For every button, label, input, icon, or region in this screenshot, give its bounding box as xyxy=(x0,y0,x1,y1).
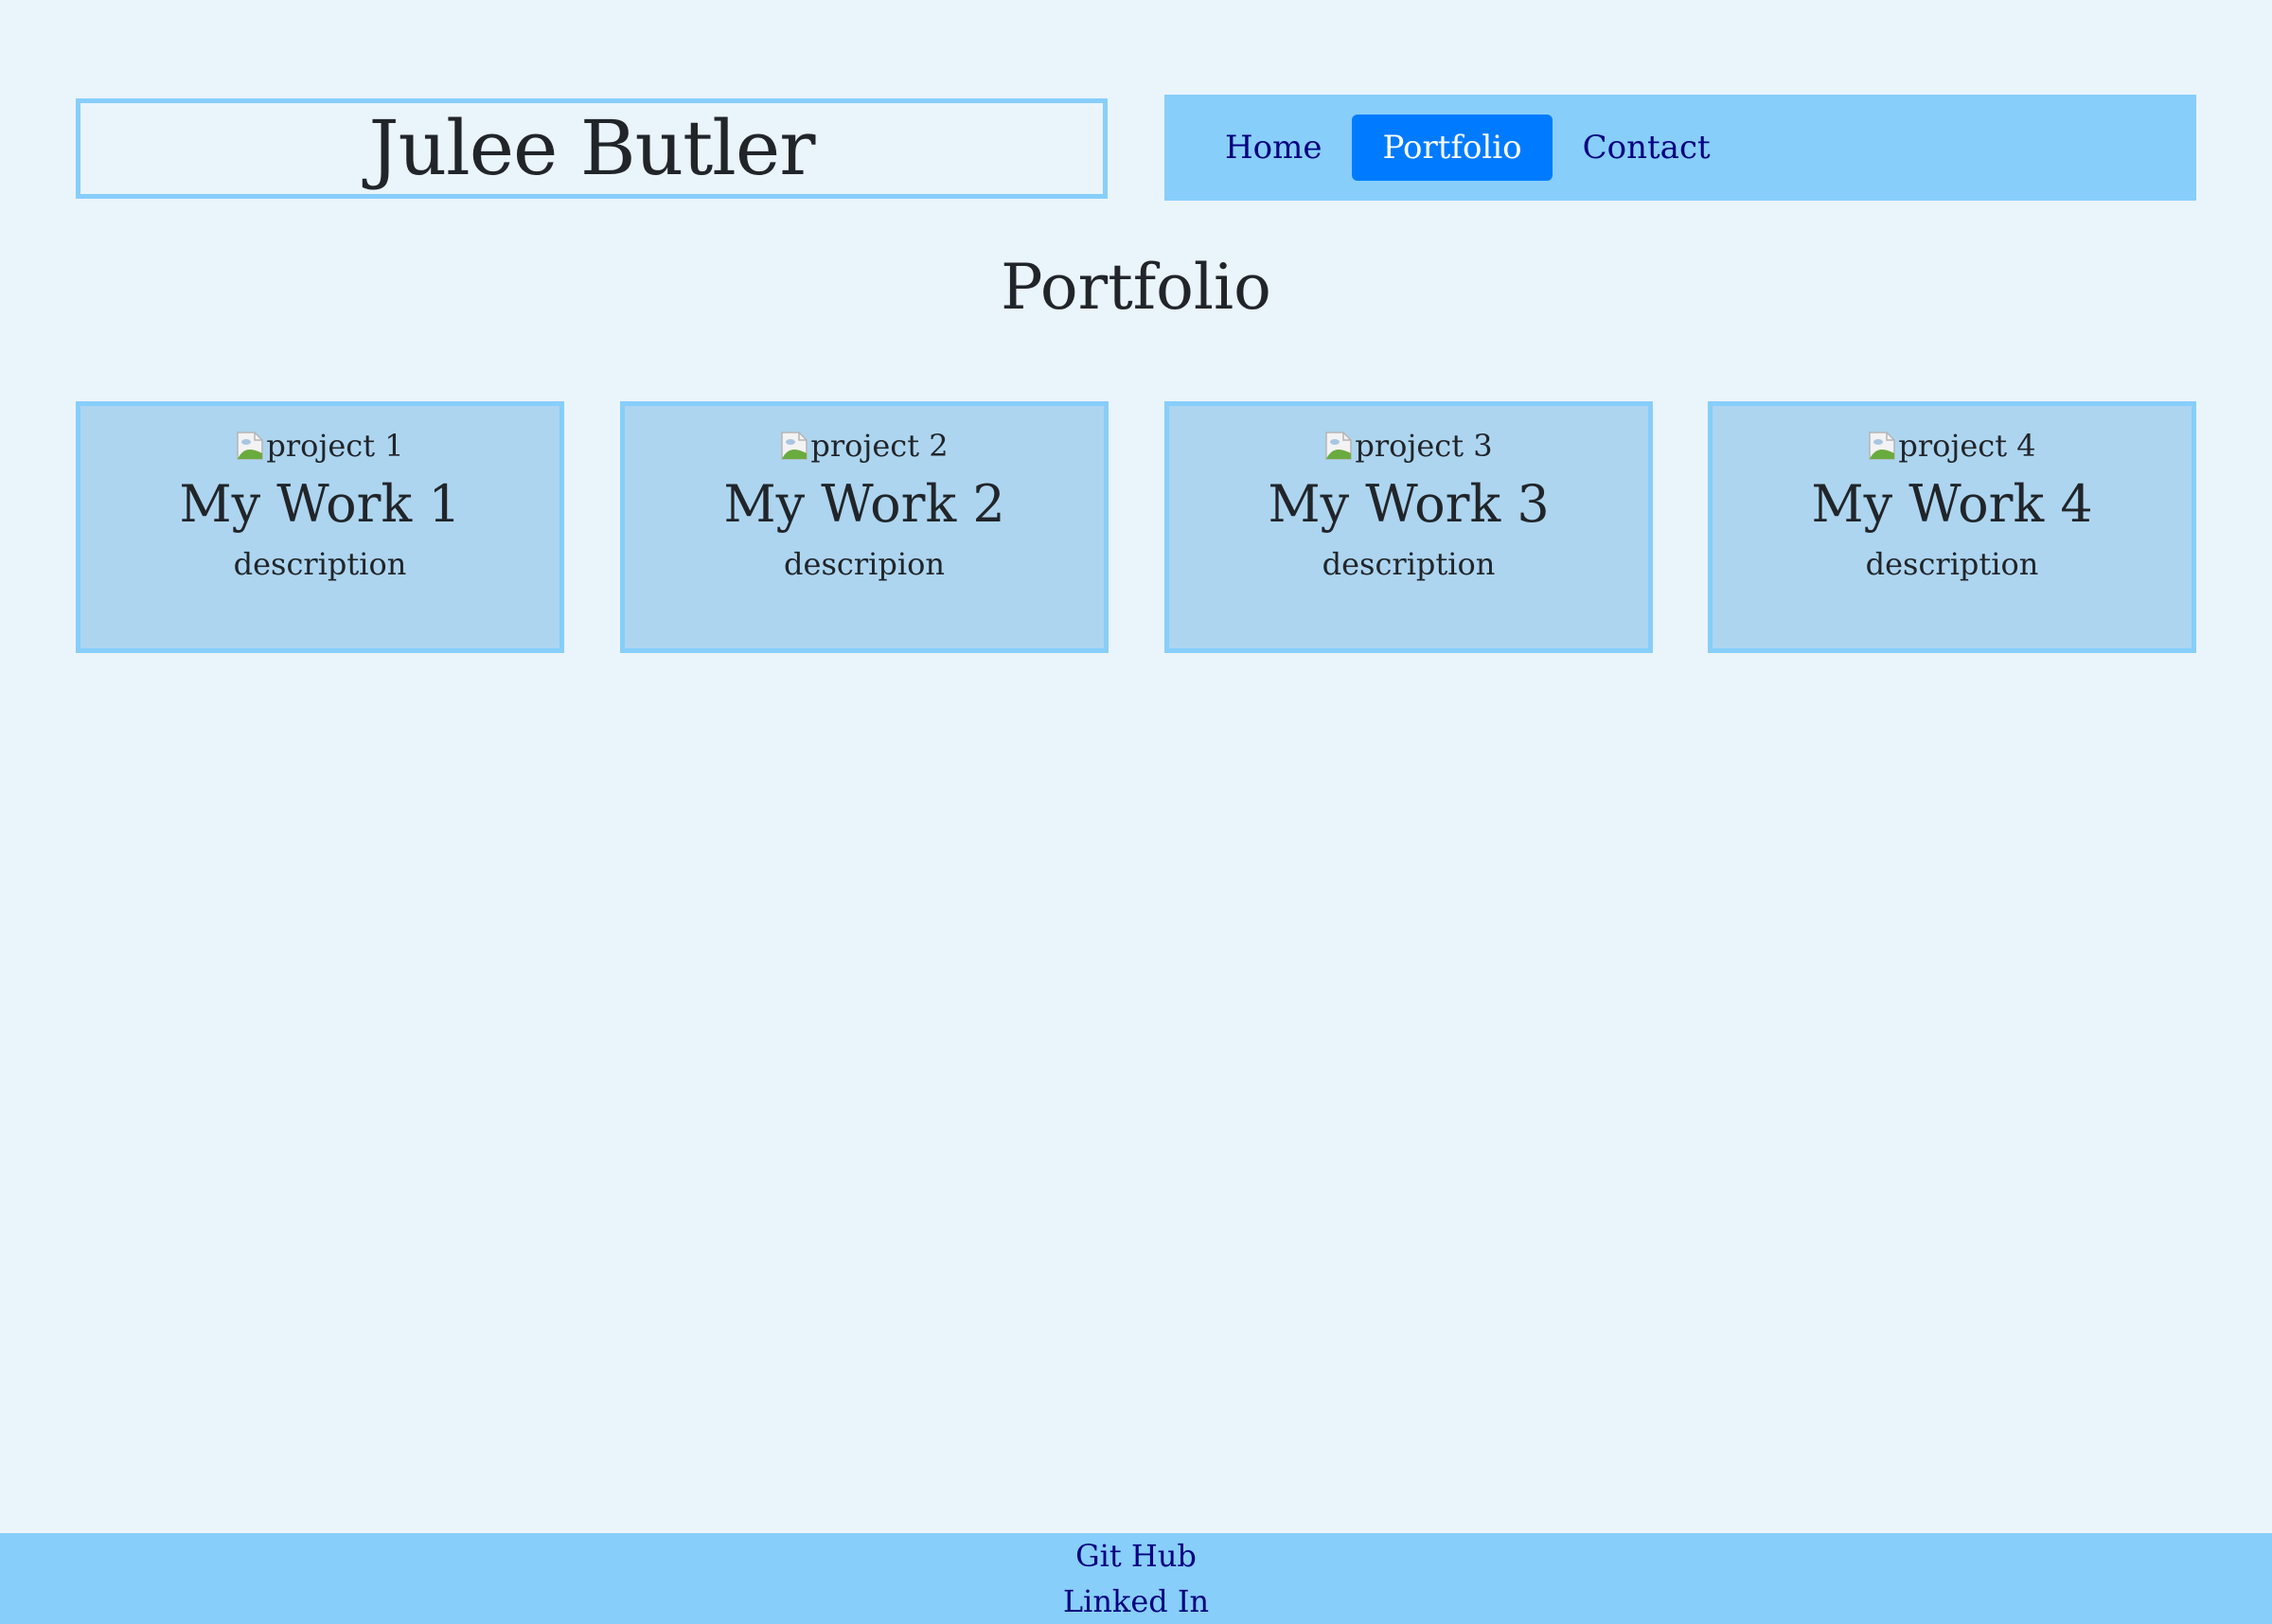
linkedin-link[interactable]: Linked In xyxy=(0,1579,2272,1624)
broken-image-icon xyxy=(236,431,264,461)
project-card-4[interactable]: project 4 My Work 4 description xyxy=(1708,401,2196,653)
project-image-3[interactable]: project 3 xyxy=(1169,431,1648,461)
project-image-2[interactable]: project 2 xyxy=(625,431,1104,461)
main-nav: Home Portfolio Contact xyxy=(1164,95,2196,201)
project-image-4[interactable]: project 4 xyxy=(1713,431,2192,461)
project-card-3[interactable]: project 3 My Work 3 description xyxy=(1164,401,1653,653)
project-title: My Work 1 xyxy=(179,474,461,534)
project-title: My Work 2 xyxy=(723,474,1005,534)
image-alt-text: project 4 xyxy=(1898,428,2036,464)
image-alt-text: project 3 xyxy=(1355,428,1493,464)
project-description: description xyxy=(233,546,407,583)
broken-image-icon xyxy=(1324,431,1353,461)
image-alt-text: project 2 xyxy=(810,428,949,464)
image-alt-text: project 1 xyxy=(266,428,404,464)
broken-image-icon xyxy=(1868,431,1896,461)
project-description: description xyxy=(1322,546,1496,583)
site-title: Julee Butler xyxy=(368,104,816,192)
project-grid: project 1 My Work 1 description project … xyxy=(76,401,2196,653)
site-title-box: Julee Butler xyxy=(76,98,1108,199)
project-card-2[interactable]: project 2 My Work 2 descripion xyxy=(620,401,1109,653)
project-title: My Work 3 xyxy=(1268,474,1550,534)
nav-contact-link[interactable]: Contact xyxy=(1553,115,1741,181)
project-title: My Work 4 xyxy=(1811,474,2093,534)
project-description: description xyxy=(1865,546,2039,583)
project-description: descripion xyxy=(784,546,945,583)
nav-portfolio-link[interactable]: Portfolio xyxy=(1352,115,1553,181)
broken-image-icon xyxy=(780,431,808,461)
github-link[interactable]: Git Hub xyxy=(0,1533,2272,1579)
project-image-1[interactable]: project 1 xyxy=(80,431,559,461)
page-title: Portfolio xyxy=(1001,251,1271,324)
nav-home-link[interactable]: Home xyxy=(1195,115,1352,181)
project-card-1[interactable]: project 1 My Work 1 description xyxy=(76,401,564,653)
site-footer: Git Hub Linked In xyxy=(0,1533,2272,1624)
